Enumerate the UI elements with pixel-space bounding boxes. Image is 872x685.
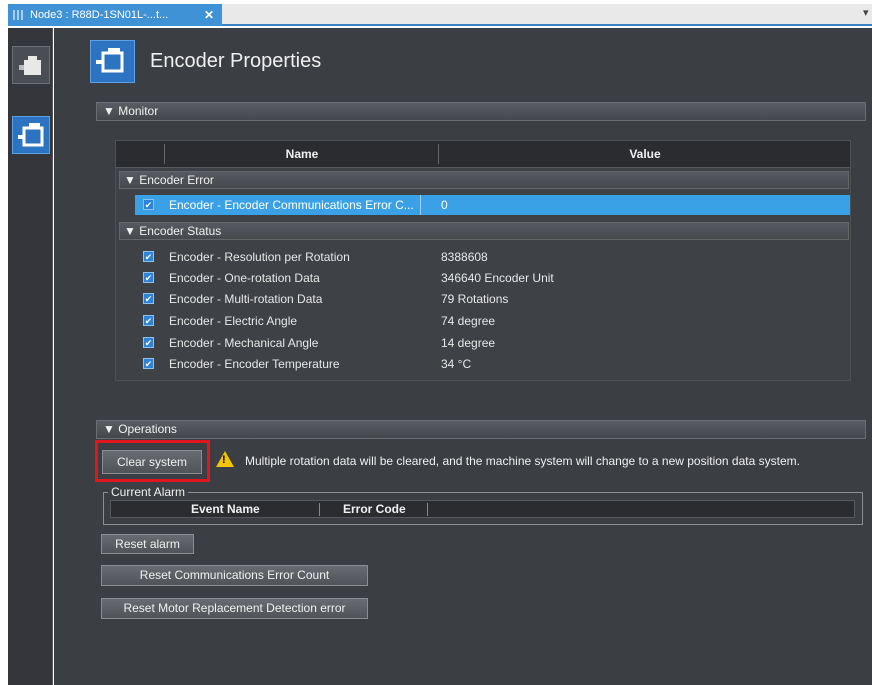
tab-node3[interactable]: Node3 : R88D-1SN01L-...t... ✕ <box>8 4 222 26</box>
column-header-name[interactable]: Name <box>166 141 438 167</box>
table-row[interactable]: ✔ Encoder - Multi-rotation Data 79 Rotat… <box>135 289 850 309</box>
row-checkbox[interactable]: ✔ <box>143 251 154 262</box>
grid-column-headers: Name Value <box>116 141 850 168</box>
row-value: 74 degree <box>441 314 496 328</box>
table-row[interactable]: ✔ Encoder - Encoder Temperature 34 °C <box>135 354 850 374</box>
tab-list-dropdown-icon[interactable]: ▾ <box>863 6 869 19</box>
monitor-section-header[interactable]: ▼ Monitor <box>96 102 866 121</box>
row-name: Encoder - Encoder Communications Error C… <box>169 198 414 212</box>
warning-message: Multiple rotation data will be cleared, … <box>245 454 800 468</box>
unit-view-button[interactable] <box>12 46 50 84</box>
servo-unit-icon <box>19 56 41 75</box>
row-value: 14 degree <box>441 336 496 350</box>
encoder-header-icon <box>90 40 135 83</box>
table-row[interactable]: ✔ Encoder - Resolution per Rotation 8388… <box>135 247 850 267</box>
tab-grip-icon <box>13 10 25 20</box>
row-value: 346640 Encoder Unit <box>441 271 554 285</box>
warning-mark: ! <box>222 454 226 466</box>
group-encoder-status[interactable]: ▼ Encoder Status <box>119 222 849 240</box>
monitor-grid: Name Value ▼ Encoder Error ✔ Encoder - E… <box>115 140 851 381</box>
row-value: 79 Rotations <box>441 292 509 306</box>
row-checkbox[interactable]: ✔ <box>143 315 154 326</box>
row-checkbox[interactable]: ✔ <box>143 358 154 369</box>
column-header-event-name[interactable]: Event Name <box>191 501 260 518</box>
group-encoder-error[interactable]: ▼ Encoder Error <box>119 171 849 189</box>
row-name: Encoder - One-rotation Data <box>169 271 320 285</box>
column-header-value[interactable]: Value <box>440 141 850 167</box>
left-navigation-bar <box>8 28 53 685</box>
clear-system-button[interactable]: Clear system <box>102 450 202 474</box>
current-alarm-label: Current Alarm <box>108 485 189 499</box>
tab-title: Node3 : R88D-1SN01L-...t... <box>30 9 169 21</box>
row-checkbox[interactable]: ✔ <box>143 337 154 348</box>
page-title: Encoder Properties <box>150 50 322 72</box>
row-value: 8388608 <box>441 250 488 264</box>
table-row[interactable]: ✔ Encoder - Mechanical Angle 14 degree <box>135 333 850 353</box>
column-header-error-code[interactable]: Error Code <box>343 501 406 518</box>
current-alarm-table-header: Event Name Error Code <box>110 500 855 518</box>
table-row[interactable]: ✔ Encoder - One-rotation Data 346640 Enc… <box>135 268 850 288</box>
row-name: Encoder - Multi-rotation Data <box>169 292 323 306</box>
operations-section-header[interactable]: ▼ Operations <box>96 420 866 439</box>
table-row[interactable]: ✔ Encoder - Encoder Communications Error… <box>135 195 850 215</box>
reset-communications-error-count-button[interactable]: Reset Communications Error Count <box>101 565 368 586</box>
row-name: Encoder - Electric Angle <box>169 314 298 328</box>
row-value: 0 <box>441 198 448 212</box>
encoder-view-button[interactable] <box>12 116 50 154</box>
row-name: Encoder - Encoder Temperature <box>169 357 340 371</box>
close-icon[interactable]: ✕ <box>204 4 214 26</box>
row-name: Encoder - Mechanical Angle <box>169 336 319 350</box>
row-name: Encoder - Resolution per Rotation <box>169 250 350 264</box>
row-checkbox[interactable]: ✔ <box>143 272 154 283</box>
encoder-icon <box>18 123 44 147</box>
row-value: 34 °C <box>441 357 472 371</box>
reset-alarm-button[interactable]: Reset alarm <box>101 534 194 554</box>
table-row[interactable]: ✔ Encoder - Electric Angle 74 degree <box>135 311 850 331</box>
document-tab-bar: Node3 : R88D-1SN01L-...t... ✕ ▾ <box>8 4 872 26</box>
row-checkbox[interactable]: ✔ <box>143 293 154 304</box>
reset-motor-replacement-detection-error-button[interactable]: Reset Motor Replacement Detection error <box>101 598 368 619</box>
row-checkbox[interactable]: ✔ <box>143 199 154 210</box>
